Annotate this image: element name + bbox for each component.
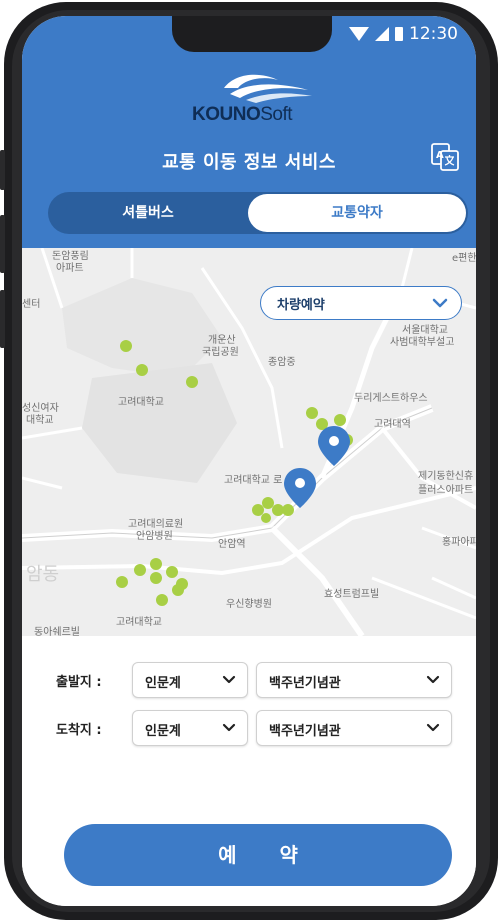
arrival-building-value: 백주년기념관 bbox=[269, 724, 341, 739]
map-label: e편한 bbox=[452, 253, 476, 264]
map-label: 제기동한신휴 bbox=[418, 471, 474, 482]
map-label: 고려대학교 bbox=[116, 617, 162, 628]
map-label: 센터 bbox=[22, 299, 41, 310]
map-label: 동아쉐르빌 bbox=[34, 627, 80, 636]
volume-down-button bbox=[0, 290, 5, 348]
logo-wordmark: KOUNOSoft bbox=[192, 104, 332, 126]
status-time: 12:30 bbox=[409, 24, 458, 44]
vehicle-reservation-dropdown[interactable]: 차량예약 bbox=[260, 286, 462, 320]
map-label: 종암중 bbox=[268, 357, 296, 368]
logo-brand: KOUNO bbox=[192, 104, 261, 125]
map-label: 대학교 bbox=[26, 415, 54, 426]
page-title: 교통 이동 정보 서비스 bbox=[162, 152, 336, 173]
map-label: 플러스아파트 bbox=[418, 485, 474, 496]
departure-building-value: 백주년기념관 bbox=[269, 676, 341, 691]
chevron-down-icon bbox=[432, 298, 448, 308]
map-label: 고려대학교 로 bbox=[224, 475, 283, 486]
svg-text:A: A bbox=[436, 150, 444, 161]
map-label: 홍파아파 bbox=[442, 537, 476, 548]
side-button bbox=[0, 150, 5, 190]
reserve-button[interactable]: 예 약 bbox=[64, 824, 452, 886]
map-label: 두리게스트하우스 bbox=[354, 393, 428, 404]
arrival-zone-value: 인문계 bbox=[145, 724, 181, 739]
map-label: 고려대역 bbox=[374, 419, 411, 430]
map-label: 암동 bbox=[26, 564, 60, 585]
map-label: 고려대학교 bbox=[118, 397, 164, 408]
chevron-down-icon bbox=[426, 675, 440, 684]
departure-zone-select[interactable]: 인문계 bbox=[132, 662, 248, 698]
chevron-down-icon bbox=[222, 675, 236, 684]
tab-mobility-impaired[interactable]: 교통약자 bbox=[248, 194, 466, 232]
app-header: 12:30 KOUNOSoft 교통 이동 정보 서비스 A 셔틀버스 교통약자 bbox=[22, 16, 476, 248]
departure-building-select[interactable]: 백주년기념관 bbox=[256, 662, 452, 698]
departure-zone-value: 인문계 bbox=[145, 676, 181, 691]
wifi-icon bbox=[349, 27, 369, 41]
app-screen: 12:30 KOUNOSoft 교통 이동 정보 서비스 A 셔틀버스 교통약자 bbox=[22, 16, 476, 906]
arrival-zone-select[interactable]: 인문계 bbox=[132, 710, 248, 746]
departure-row: 출발지 : 인문계 백주년기념관 bbox=[22, 660, 476, 700]
map-label: 안암역 bbox=[218, 539, 246, 550]
map-label: 아파트 bbox=[56, 263, 84, 274]
map-label: 안암병원 bbox=[136, 531, 173, 542]
arrival-label: 도착지 : bbox=[56, 723, 102, 738]
battery-icon bbox=[395, 27, 403, 41]
volume-up-button bbox=[0, 215, 5, 273]
chevron-down-icon bbox=[426, 723, 440, 732]
tab-shuttle-bus[interactable]: 셔틀버스 bbox=[48, 192, 248, 234]
map-label: 사범대학부설고 bbox=[390, 337, 455, 348]
notch bbox=[172, 16, 332, 52]
app-logo: KOUNOSoft bbox=[192, 70, 322, 130]
translate-icon[interactable]: A bbox=[430, 142, 460, 172]
map-label: 국립공원 bbox=[202, 347, 239, 358]
arrival-row: 도착지 : 인문계 백주년기념관 bbox=[22, 708, 476, 748]
logo-wave-icon bbox=[224, 74, 312, 103]
tab-bar: 셔틀버스 교통약자 bbox=[48, 192, 468, 234]
vehicle-dropdown-value: 차량예약 bbox=[277, 298, 325, 313]
map-label: 효성트럼프빌 bbox=[324, 589, 380, 600]
signal-icon bbox=[375, 27, 389, 41]
chevron-down-icon bbox=[222, 723, 236, 732]
logo-suffix: Soft bbox=[260, 104, 293, 125]
arrival-building-select[interactable]: 백주년기념관 bbox=[256, 710, 452, 746]
departure-label: 출발지 : bbox=[56, 675, 102, 690]
map-label: 우신향병원 bbox=[226, 599, 272, 610]
status-bar: 12:30 bbox=[349, 24, 458, 44]
